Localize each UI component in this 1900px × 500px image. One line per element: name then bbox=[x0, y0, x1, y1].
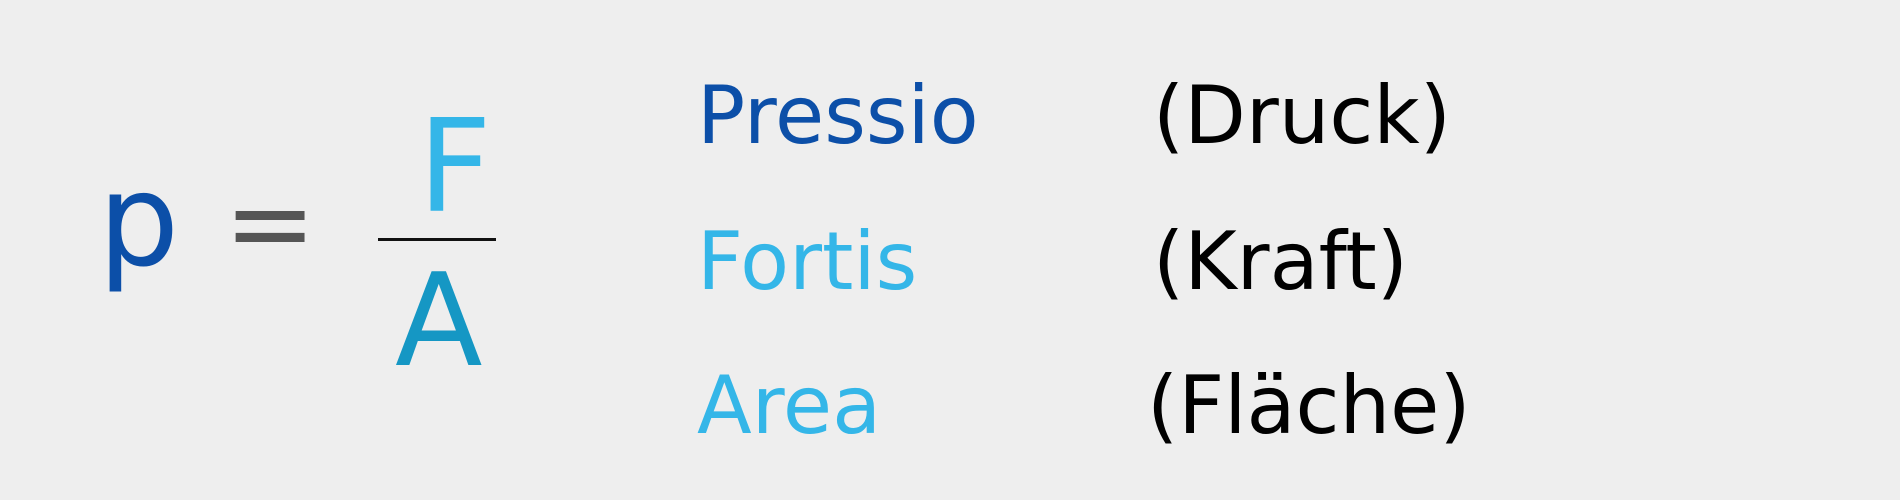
glossary-translation-druck: (Druck) bbox=[1153, 69, 1451, 162]
glossary-translation-flaeche: (Fläche) bbox=[1147, 359, 1471, 452]
formula-fraction-bar bbox=[378, 238, 496, 241]
formula-equals-sign: = bbox=[224, 159, 317, 287]
formula-numerator-force: F bbox=[418, 93, 492, 242]
glossary-term-pressio: Pressio bbox=[697, 69, 979, 162]
glossary-term-area: Area bbox=[697, 359, 882, 452]
glossary-term-fortis: Fortis bbox=[697, 215, 918, 308]
formula-denominator-area: A bbox=[395, 247, 483, 396]
formula-pressure-symbol: p bbox=[98, 147, 180, 296]
glossary-translation-kraft: (Kraft) bbox=[1153, 215, 1408, 308]
